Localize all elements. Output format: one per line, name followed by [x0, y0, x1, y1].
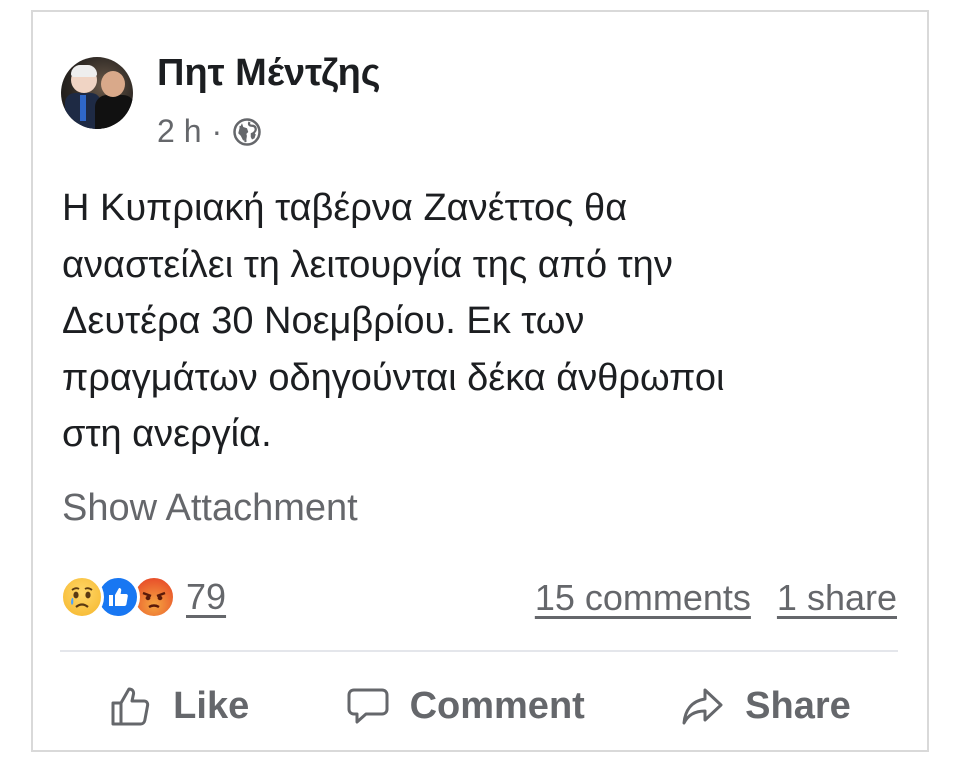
comments-count-link[interactable]: 15 comments	[535, 577, 751, 619]
like-button[interactable]: Like	[107, 682, 249, 730]
share-arrow-icon	[682, 688, 723, 725]
thumbs-up-icon	[111, 687, 150, 726]
engagement-counts: 15 comments 1 share	[535, 577, 897, 619]
globe-icon[interactable]	[232, 117, 262, 147]
comment-label: Comment	[409, 684, 585, 727]
actions-divider	[60, 650, 898, 652]
author-name[interactable]: Πητ Μέντζης	[157, 52, 381, 95]
post-actions-bar: Like Comment Share	[60, 670, 898, 742]
comment-button[interactable]: Comment	[344, 682, 585, 730]
show-attachment-link[interactable]: Show Attachment	[62, 487, 358, 530]
like-label: Like	[173, 684, 250, 727]
meta-separator: ·	[211, 113, 223, 149]
post-timestamp[interactable]: 2 h	[157, 113, 201, 150]
shares-count-link[interactable]: 1 share	[777, 577, 897, 619]
reaction-count[interactable]: 79	[186, 576, 226, 618]
post-text: Η Κυπριακή ταβέρνα Ζανέττος θα αναστείλε…	[62, 187, 725, 455]
reactions-summary[interactable]: 79	[60, 575, 226, 619]
author-avatar[interactable]	[61, 57, 133, 129]
share-label: Share	[745, 684, 851, 727]
sad-reaction-icon	[60, 575, 104, 619]
post-meta: 2 h ·	[157, 113, 262, 150]
share-button[interactable]: Share	[679, 682, 851, 730]
comment-bubble-icon	[347, 688, 389, 724]
